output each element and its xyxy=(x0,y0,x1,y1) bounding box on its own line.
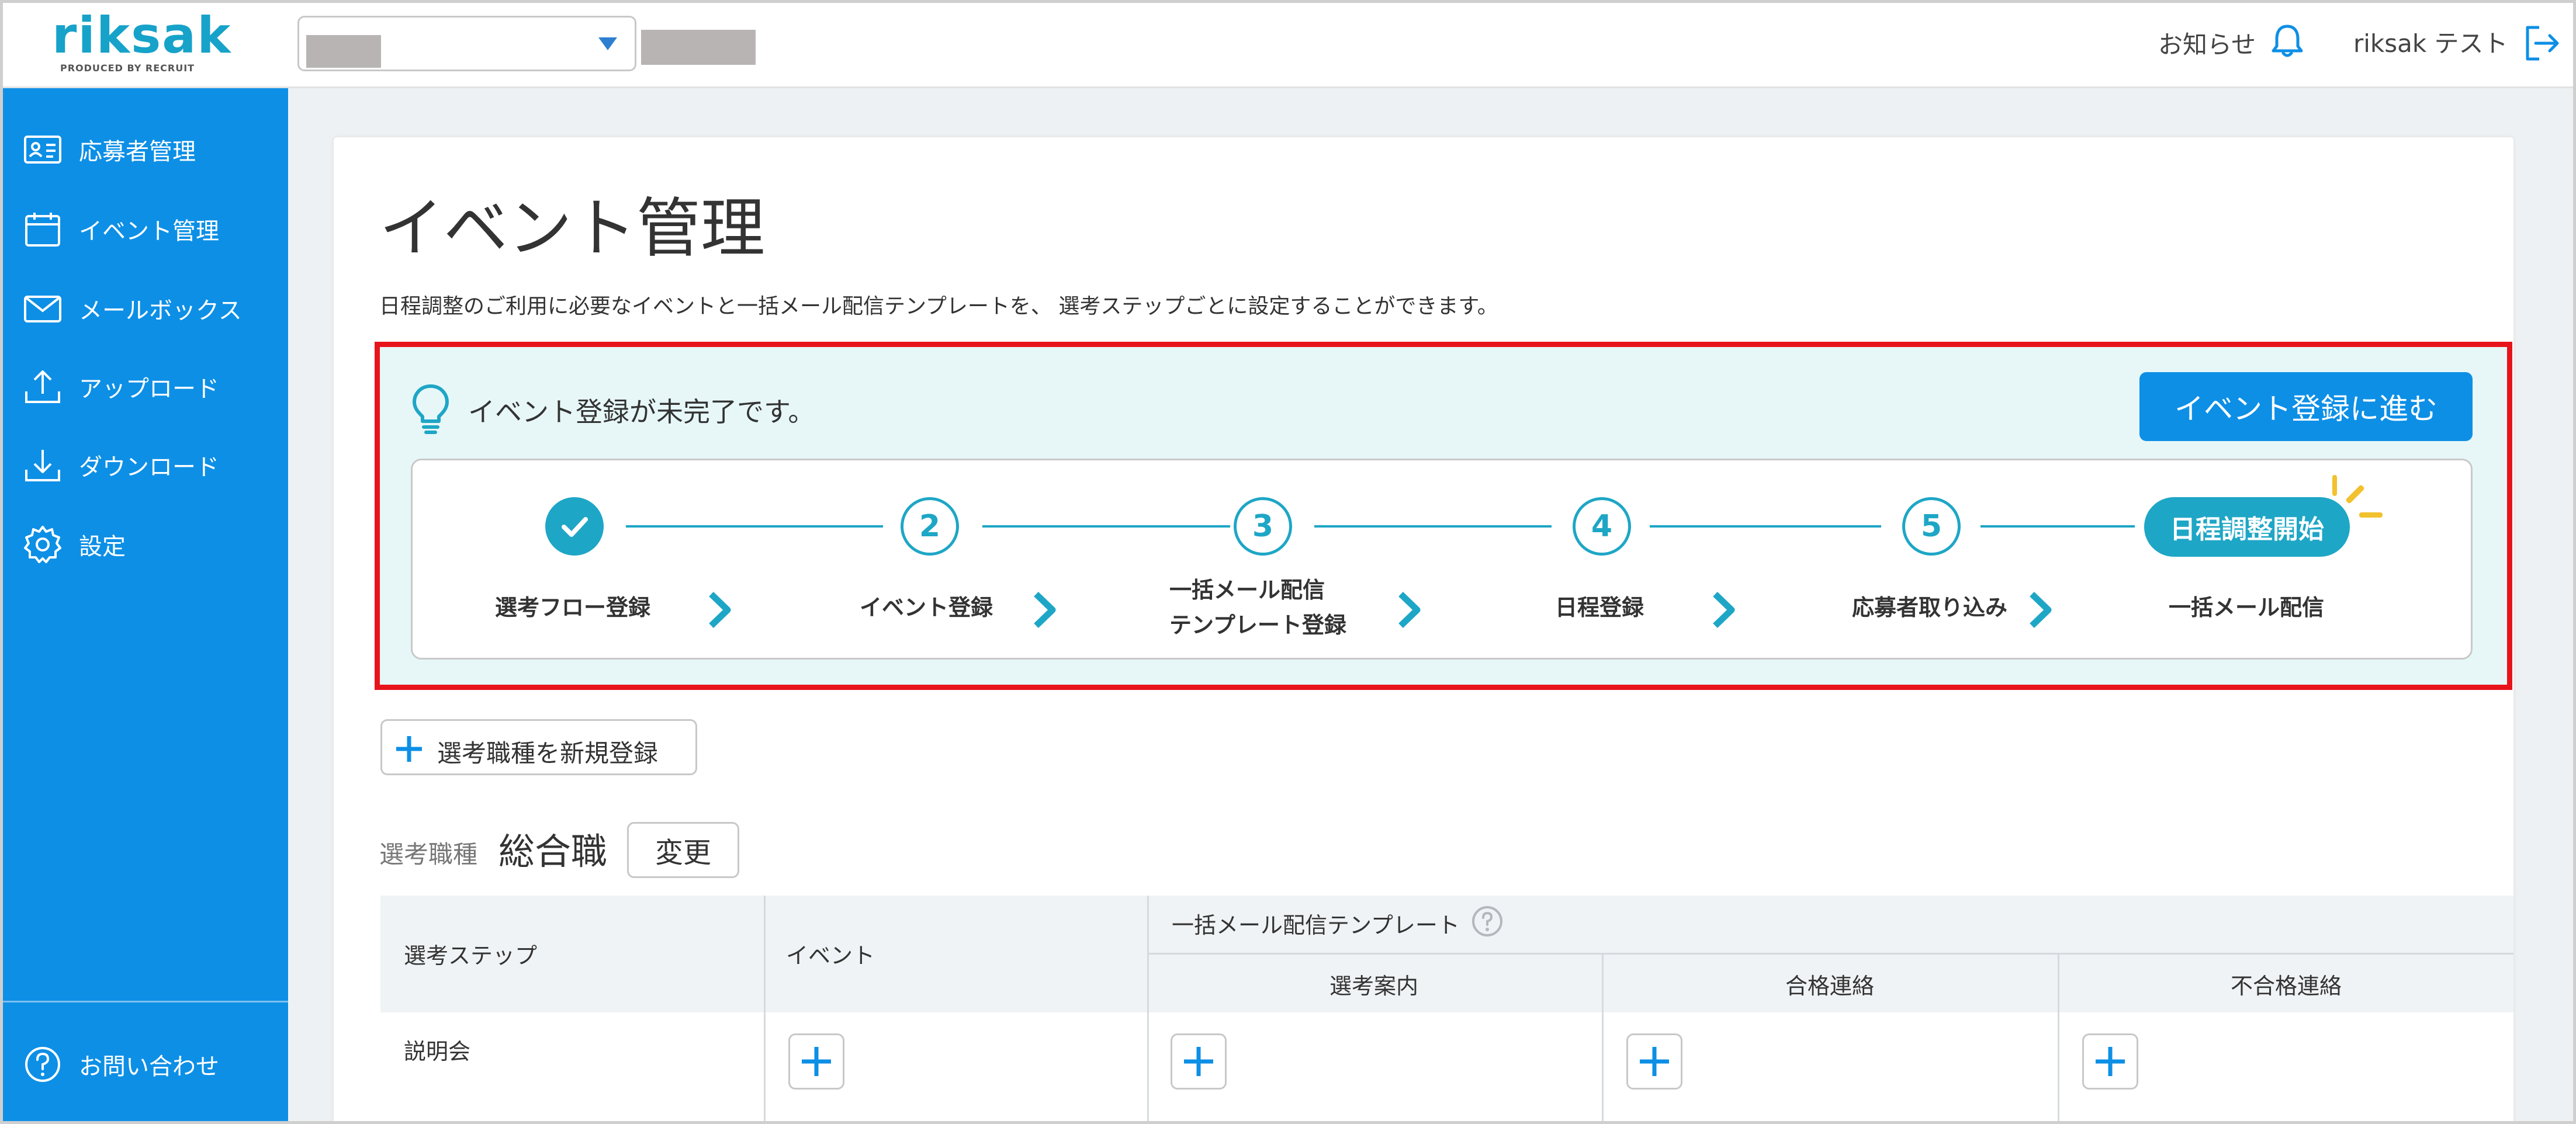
contact-link[interactable]: お問い合わせ xyxy=(3,1032,288,1097)
sidebar-item-label: 応募者管理 xyxy=(79,138,196,165)
col-header-pass: 合格連絡 xyxy=(1785,973,1875,999)
column-divider xyxy=(1147,896,1149,1121)
page-title: イベント管理 xyxy=(379,191,765,266)
sidebar-item-label: メールボックス xyxy=(79,297,242,324)
applicant-card-icon xyxy=(24,136,61,164)
company-select[interactable] xyxy=(297,16,636,71)
highlight-outline xyxy=(375,342,2512,690)
plus-icon xyxy=(1184,1047,1213,1076)
sidebar-item-events[interactable]: イベント管理 xyxy=(3,197,288,261)
chevron-down-icon xyxy=(598,37,617,50)
plus-icon xyxy=(802,1047,831,1076)
upload-icon xyxy=(25,370,60,403)
add-event-button[interactable] xyxy=(788,1033,844,1090)
sidebar-item-label: ダウンロード xyxy=(79,454,219,481)
calendar-icon xyxy=(25,213,60,247)
col-header-step: 選考ステップ xyxy=(404,943,538,969)
mail-icon xyxy=(24,296,61,322)
selection-step-table: 選考ステップ イベント 一括メール配信テンプレート 選考案内 合格連絡 不合格連… xyxy=(380,896,2513,1121)
add-pass-template-button[interactable] xyxy=(1626,1033,1682,1090)
plus-icon xyxy=(396,736,422,762)
plus-icon xyxy=(2096,1047,2125,1076)
add-job-type-button[interactable]: 選考職種を新規登録 xyxy=(380,719,697,775)
sidebar-item-applicants[interactable]: 応募者管理 xyxy=(3,117,288,182)
sidebar-item-label: イベント管理 xyxy=(79,218,219,245)
user-name[interactable]: riksak テスト xyxy=(2353,24,2508,60)
top-header: riksak PRODUCED BY RECRUIT お知らせ riksak テ… xyxy=(3,3,2573,88)
plus-icon xyxy=(1640,1047,1669,1076)
redacted-text xyxy=(641,30,756,65)
col-header-guide: 選考案内 xyxy=(1329,973,1419,999)
app-window: riksak PRODUCED BY RECRUIT お知らせ riksak テ… xyxy=(0,0,2576,1124)
job-type-value: 総合職 xyxy=(498,830,608,873)
table-row-step-name: 説明会 xyxy=(404,1039,471,1064)
col-header-event: イベント xyxy=(786,943,875,969)
add-job-type-label: 選考職種を新規登録 xyxy=(437,739,659,768)
bell-icon[interactable] xyxy=(2267,20,2308,61)
col-header-template-group: 一括メール配信テンプレート xyxy=(1172,913,1460,938)
page-description: 日程調整のご利用に必要なイベントと一括メール配信テンプレートを、 選考ステップご… xyxy=(379,294,1498,318)
add-fail-template-button[interactable] xyxy=(2082,1033,2138,1090)
redacted-company-name xyxy=(306,35,381,68)
add-guide-template-button[interactable] xyxy=(1171,1033,1227,1090)
sidebar-item-upload[interactable]: アップロード xyxy=(3,355,288,419)
column-divider xyxy=(1602,953,1604,1121)
col-header-fail: 不合格連絡 xyxy=(2231,973,2342,999)
logo-wordmark: riksak xyxy=(52,6,232,65)
contact-label: お問い合わせ xyxy=(79,1053,219,1080)
sidebar-item-label: 設定 xyxy=(79,533,126,560)
column-divider xyxy=(2058,953,2059,1121)
logo-subtext: PRODUCED BY RECRUIT xyxy=(60,63,195,74)
change-job-type-button[interactable]: 変更 xyxy=(627,822,739,878)
sidebar-item-download[interactable]: ダウンロード xyxy=(3,433,288,497)
sidebar-item-settings[interactable]: 設定 xyxy=(3,512,288,577)
riksak-logo[interactable]: riksak PRODUCED BY RECRUIT xyxy=(50,6,231,79)
column-divider xyxy=(764,896,766,1121)
sidebar-item-label: アップロード xyxy=(79,376,219,403)
header-divider xyxy=(1147,953,2513,955)
sidebar-item-mailbox[interactable]: メールボックス xyxy=(3,276,288,341)
help-icon[interactable] xyxy=(1471,905,1504,938)
sidebar: 応募者管理 イベント管理 メールボックス アップロード ダウンロード 設定 お問… xyxy=(3,88,288,1121)
gear-icon xyxy=(24,526,61,563)
job-type-label: 選考職種 xyxy=(379,840,478,869)
download-icon xyxy=(25,450,60,481)
sidebar-divider xyxy=(3,1001,288,1002)
logout-icon[interactable] xyxy=(2522,23,2563,64)
notice-link[interactable]: お知らせ xyxy=(2158,25,2256,61)
help-circle-icon xyxy=(25,1047,60,1082)
